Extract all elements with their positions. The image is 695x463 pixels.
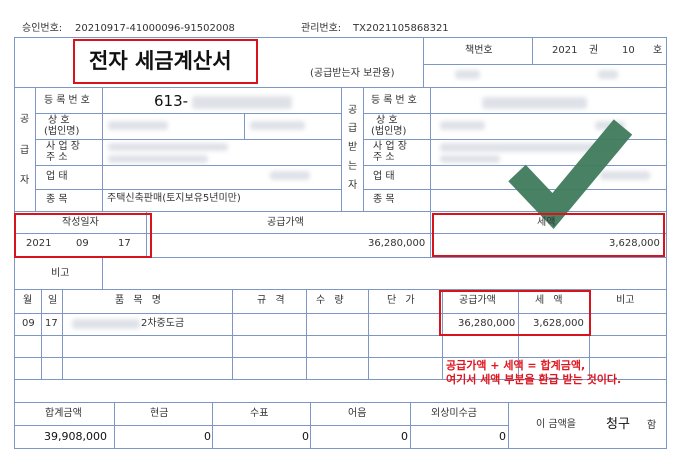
col-item-name: 품 목 명 bbox=[115, 295, 164, 306]
item-day: 17 bbox=[45, 318, 58, 329]
supply-amount: 36,280,000 bbox=[368, 238, 426, 249]
receiver-biztype-label: 업 태 bbox=[373, 171, 395, 182]
copy-note: (공급받는자 보관용) bbox=[310, 68, 395, 79]
col-spec: 규 격 bbox=[257, 295, 288, 306]
management-number: TX2021105868321 bbox=[353, 23, 449, 34]
approval-number: 20210917-41000096-91502008 bbox=[75, 23, 235, 34]
item-name: 2차중도금 bbox=[141, 318, 185, 329]
supplier-reg-label: 등록번호 bbox=[44, 95, 93, 106]
approval-label: 승인번호: bbox=[22, 23, 63, 34]
book-ho: 호 bbox=[653, 45, 663, 56]
col-month: 월 bbox=[23, 295, 33, 306]
credit-label: 외상미수금 bbox=[431, 408, 477, 419]
supplier-name-label: 상 호 bbox=[48, 115, 70, 126]
management-label: 관리번호: bbox=[301, 23, 342, 34]
book-label: 책번호 bbox=[465, 45, 493, 56]
tax-highlight bbox=[432, 213, 665, 257]
credit-amount: 0 bbox=[499, 430, 506, 443]
cash-label: 현금 bbox=[150, 408, 169, 419]
bill-label: 어음 bbox=[348, 408, 367, 419]
supplier-item-value: 주택신축판매(토지보유5년미만) bbox=[107, 193, 241, 204]
document-title: 전자 세금계산서 bbox=[89, 49, 232, 73]
supplier-biztype-label: 업 태 bbox=[46, 171, 68, 182]
book-ho-number: 10 bbox=[622, 45, 635, 56]
col-day: 일 bbox=[48, 295, 58, 306]
supplier-side-label: 공 bbox=[20, 114, 30, 125]
written-date-highlight bbox=[14, 213, 152, 258]
total-label: 합계금액 bbox=[45, 408, 82, 419]
check-amount: 0 bbox=[302, 430, 309, 443]
receiver-reg-label: 등록번호 bbox=[371, 95, 420, 106]
item-amount-highlight bbox=[439, 290, 591, 336]
receiver-item-label: 종 목 bbox=[373, 194, 395, 205]
receiver-side-label: 공 bbox=[348, 105, 358, 116]
annotation-line-2: 여기서 세액 부분을 환급 받는 것이다. bbox=[446, 373, 622, 386]
supplier-addr-label: 사 업 장 bbox=[46, 141, 80, 152]
cash-amount: 0 bbox=[204, 430, 211, 443]
check-label: 수표 bbox=[250, 408, 269, 419]
bill-amount: 0 bbox=[401, 430, 408, 443]
book-kwon: 권 bbox=[589, 45, 599, 56]
supplier-item-label: 종 목 bbox=[46, 194, 68, 205]
item-month: 09 bbox=[22, 318, 35, 329]
col-qty: 수 량 bbox=[316, 295, 347, 306]
memo-label: 비고 bbox=[51, 268, 70, 279]
receiver-addr-label: 사 업 장 bbox=[373, 141, 407, 152]
col-note: 비고 bbox=[616, 295, 635, 306]
supply-amount-label: 공급가액 bbox=[267, 217, 304, 228]
total-amount: 39,908,000 bbox=[44, 430, 107, 443]
amount-phrase: 이 금액을 bbox=[536, 419, 576, 430]
book-year: 2021 bbox=[552, 45, 578, 56]
receiver-name-label: 상 호 bbox=[376, 115, 398, 126]
col-price: 단 가 bbox=[387, 295, 418, 306]
ham-text: 함 bbox=[647, 420, 657, 431]
annotation-line-1: 공급가액 + 세액 = 합계금액, bbox=[446, 359, 586, 372]
supplier-reg-number: 613- bbox=[154, 92, 189, 110]
claim-text: 청구 bbox=[606, 417, 630, 432]
